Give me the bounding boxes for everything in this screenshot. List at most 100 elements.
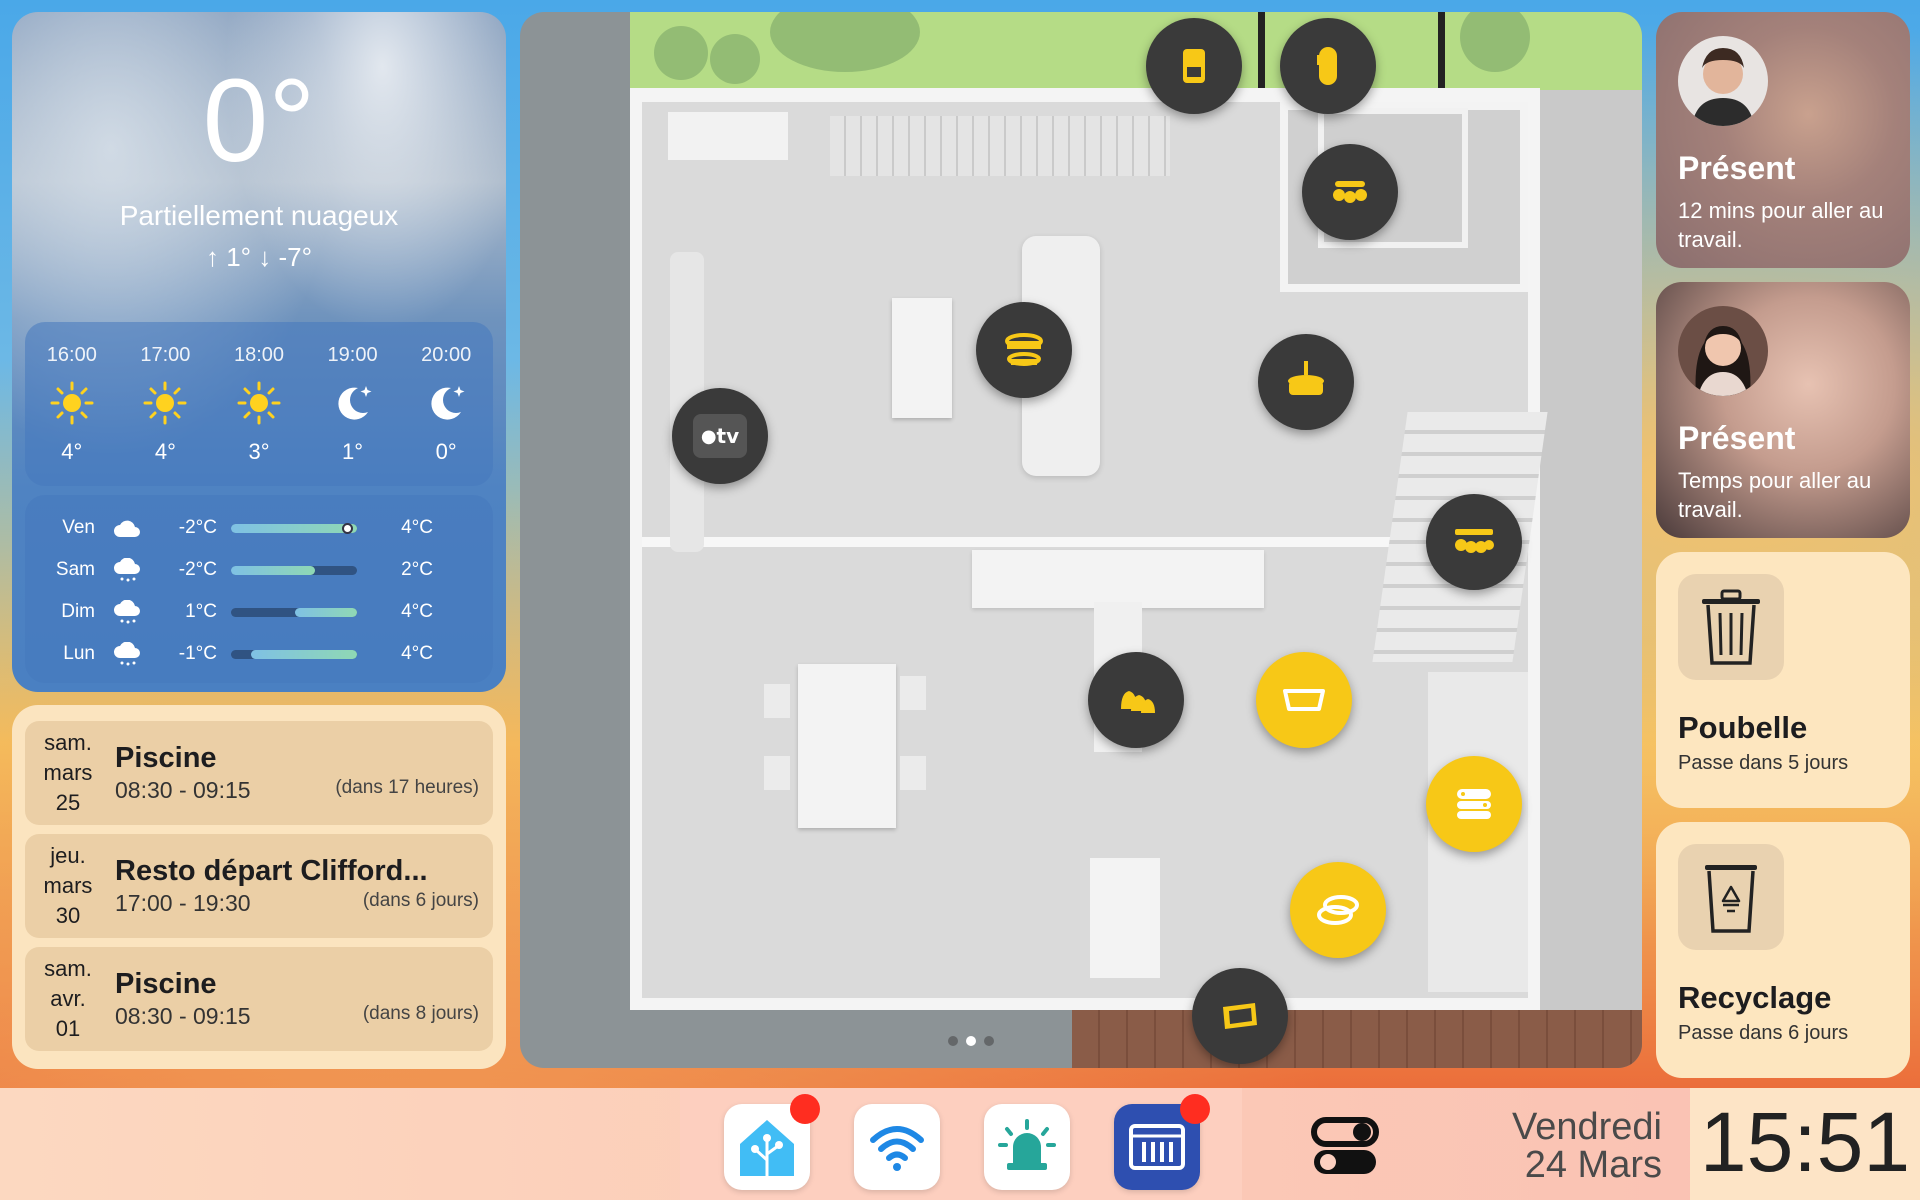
- chair: [764, 684, 790, 718]
- coffee-table: [892, 298, 952, 418]
- daily-forecast: Ven -2°C 4°C Sam -2°C 2°C Dim 1°C 4°C Lu…: [25, 495, 493, 683]
- temperature-range-bar: [231, 607, 357, 617]
- wifi-icon: [870, 1126, 924, 1171]
- day-high: 2°C: [401, 559, 433, 580]
- cloud-snow-icon: [103, 642, 151, 666]
- hour-time: 17:00: [140, 344, 191, 366]
- day-high: 4°C: [401, 643, 433, 664]
- light-cylinder-button[interactable]: [1280, 18, 1376, 114]
- chair: [764, 756, 790, 790]
- hourly-item: 16:00 4°: [32, 344, 112, 486]
- light-spot-bar-button[interactable]: [1302, 144, 1398, 240]
- hourly-item: 19:00 1°: [313, 344, 393, 486]
- person-card[interactable]: Présent 12 mins pour aller au travail.: [1656, 12, 1910, 268]
- light-wall-lamp-button[interactable]: [1146, 18, 1242, 114]
- window-curtains: [830, 116, 1170, 176]
- person-card[interactable]: Présent Temps pour aller au travail.: [1656, 282, 1910, 538]
- flush-mount-light-icon: [1283, 689, 1325, 711]
- event-date: jeu. mars 30: [25, 841, 111, 931]
- sun-icon: [125, 375, 205, 431]
- page-dot[interactable]: [948, 1036, 958, 1046]
- calendar-event[interactable]: jeu. mars 30 Resto départ Clifford... 17…: [25, 834, 493, 938]
- day-low: -2°C: [178, 517, 217, 538]
- weather-card[interactable]: 0° Partiellement nuageux ↑ 1° ↓ -7° 16:0…: [12, 12, 506, 692]
- bell-lights-icon: [1121, 691, 1155, 713]
- wifi-app[interactable]: [854, 1104, 940, 1190]
- light-panel-button[interactable]: [1192, 968, 1288, 1064]
- alarm-app[interactable]: [984, 1104, 1070, 1190]
- wall-lamp-icon: [1183, 49, 1205, 83]
- high-low-temperature: ↑ 1° ↓ -7°: [205, 242, 313, 272]
- sun-icon: [32, 375, 112, 431]
- hourly-item: 20:00 0°: [406, 344, 486, 486]
- page-dot-active[interactable]: [966, 1036, 976, 1046]
- calendar-card: sam. mars 25 Piscine 08:30 - 09:15 (dans…: [12, 705, 506, 1069]
- day-low: -2°C: [178, 559, 217, 580]
- event-month: avr.: [50, 986, 86, 1011]
- recycling-card[interactable]: Recyclage Passe dans 6 jours: [1656, 822, 1910, 1078]
- weather-condition: Partiellement nuageux: [119, 200, 399, 231]
- calendar-event[interactable]: sam. mars 25 Piscine 08:30 - 09:15 (dans…: [25, 721, 493, 825]
- home-assistant-app[interactable]: [724, 1094, 820, 1190]
- avatar: [1678, 306, 1768, 396]
- hourly-item: 18:00 3°: [219, 344, 299, 486]
- chair: [900, 756, 926, 790]
- day-name: Dim: [61, 601, 95, 622]
- day-name: Sam: [55, 559, 95, 580]
- cloud-snow-icon: [103, 558, 151, 582]
- server-icon: [1129, 1124, 1185, 1170]
- toggles-icon[interactable]: [1310, 1112, 1380, 1182]
- interior-wall: [642, 537, 1412, 547]
- light-pendant-button[interactable]: [1258, 334, 1354, 430]
- apple-tv-icon: ● tv: [693, 414, 747, 458]
- trash-card[interactable]: Poubelle Passe dans 5 jours: [1656, 552, 1910, 808]
- nas-app[interactable]: [1114, 1094, 1210, 1190]
- light-bells-button[interactable]: [1088, 652, 1184, 748]
- ceiling-light-icon: [1005, 333, 1043, 366]
- page-indicator[interactable]: [948, 1036, 994, 1046]
- light-flush-mount-button[interactable]: [1256, 652, 1352, 748]
- recycle-bin-icon: [1678, 844, 1784, 950]
- light-strip-button[interactable]: [1426, 756, 1522, 852]
- daily-row: Sam -2°C 2°C: [25, 549, 493, 591]
- event-weekday: jeu.: [50, 843, 86, 868]
- event-weekday: sam.: [44, 956, 92, 981]
- day-low: 1°C: [185, 601, 217, 622]
- cloud-snow-icon: [103, 600, 151, 624]
- moon-icon: [406, 375, 486, 431]
- desk: [668, 112, 788, 160]
- presence-status: Présent: [1678, 150, 1796, 186]
- tree-icon: [654, 26, 708, 80]
- hourly-forecast: 16:00 4° 17:00 4° 18:00 3° 19:00 1° 20:0…: [25, 322, 493, 486]
- avatar: [1678, 36, 1768, 126]
- driveway: [1540, 90, 1642, 1020]
- hour-temp: 3°: [248, 439, 270, 464]
- bin-title: Recyclage: [1678, 980, 1832, 1015]
- bin-schedule: Passe dans 5 jours: [1678, 752, 1849, 774]
- light-track-button[interactable]: [1426, 494, 1522, 590]
- pendant-light-icon: [1288, 361, 1324, 395]
- gate-post: [1258, 12, 1265, 88]
- floor-plan[interactable]: ● tv: [520, 12, 1642, 1068]
- hour-time: 20:00: [421, 344, 472, 366]
- apple-tv-button[interactable]: ● tv: [672, 388, 768, 484]
- light-ring-button[interactable]: [1290, 862, 1386, 958]
- bin-title: Poubelle: [1678, 710, 1808, 745]
- clock: 15:51: [1699, 1095, 1911, 1189]
- event-title: Resto départ Clifford...: [115, 855, 428, 887]
- hour-time: 19:00: [327, 344, 378, 366]
- bottom-bar: Vendredi 24 Mars 15:51: [0, 1088, 1920, 1200]
- panel-light-icon: [1223, 1003, 1257, 1029]
- hourly-item: 17:00 4°: [125, 344, 205, 486]
- calendar-event[interactable]: sam. avr. 01 Piscine 08:30 - 09:15 (dans…: [25, 947, 493, 1051]
- temperature-range-bar: [231, 565, 357, 575]
- current-temperature: 0°: [202, 55, 316, 187]
- temperature-range-bar: [231, 522, 357, 534]
- light-ceiling-double-button[interactable]: [976, 302, 1072, 398]
- dining-table: [798, 664, 896, 828]
- page-dot[interactable]: [984, 1036, 994, 1046]
- day-name: Lun: [63, 643, 95, 664]
- commute-info: Temps pour aller au travail.: [1678, 468, 1872, 522]
- chair: [900, 676, 926, 710]
- kitchen-counter: [972, 550, 1264, 608]
